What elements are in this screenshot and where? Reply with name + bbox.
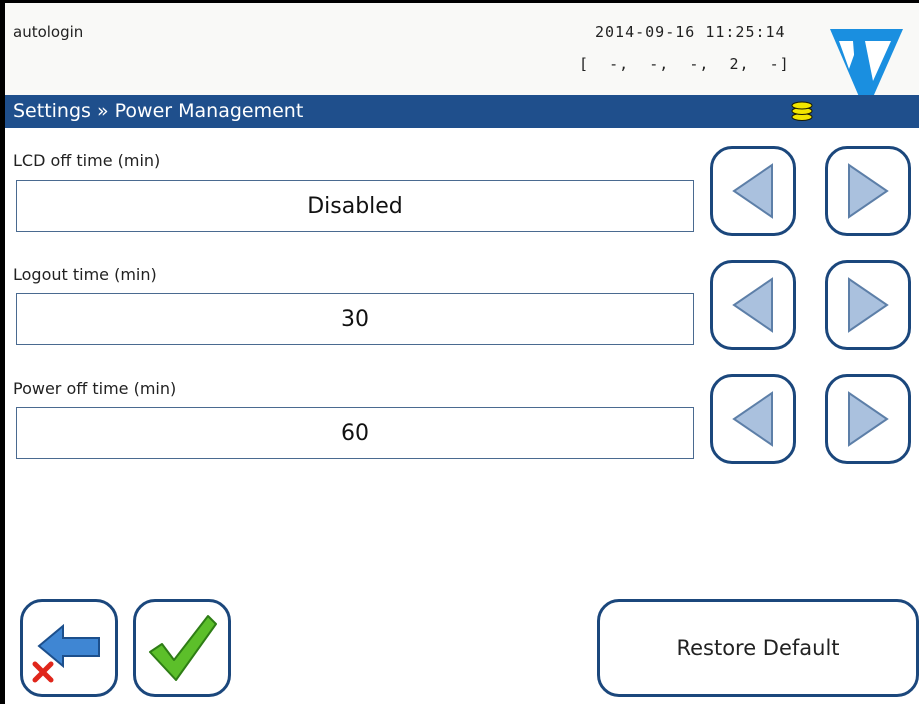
page-title: Settings » Power Management bbox=[13, 100, 304, 122]
back-button[interactable] bbox=[20, 599, 118, 697]
power-off-value: 60 bbox=[341, 420, 369, 446]
arrow-left-icon bbox=[732, 391, 773, 447]
logout-time-value-field[interactable]: 30 bbox=[16, 293, 694, 345]
logout-time-increase-button[interactable] bbox=[825, 260, 911, 350]
screen: autologin 2014-09-16 11:25:14 [ -, -, -,… bbox=[5, 3, 919, 704]
arrow-left-icon bbox=[732, 163, 773, 219]
logout-time-decrease-button[interactable] bbox=[710, 260, 796, 350]
lcd-off-value: Disabled bbox=[307, 193, 403, 219]
arrow-right-icon bbox=[848, 163, 889, 219]
lcd-off-value-field[interactable]: Disabled bbox=[16, 180, 694, 232]
logout-time-label: Logout time (min) bbox=[13, 265, 157, 284]
power-off-increase-button[interactable] bbox=[825, 374, 911, 464]
power-off-value-field[interactable]: 60 bbox=[16, 407, 694, 459]
power-off-decrease-button[interactable] bbox=[710, 374, 796, 464]
database-icon bbox=[791, 101, 813, 121]
checkmark-icon bbox=[149, 615, 217, 681]
status-line: [ -, -, -, 2, -] bbox=[579, 55, 790, 73]
arrow-right-icon bbox=[848, 277, 889, 333]
power-off-label: Power off time (min) bbox=[13, 379, 177, 398]
lcd-off-decrease-button[interactable] bbox=[710, 146, 796, 236]
back-cancel-icon bbox=[32, 623, 100, 683]
arrow-right-icon bbox=[848, 391, 889, 447]
lcd-off-increase-button[interactable] bbox=[825, 146, 911, 236]
username: autologin bbox=[13, 23, 84, 41]
arrow-left-icon bbox=[732, 277, 773, 333]
datetime: 2014-09-16 11:25:14 bbox=[595, 23, 786, 41]
title-bar: Settings » Power Management bbox=[5, 95, 919, 128]
status-bar: autologin 2014-09-16 11:25:14 [ -, -, -,… bbox=[5, 3, 919, 113]
logout-time-value: 30 bbox=[341, 306, 369, 332]
ok-button[interactable] bbox=[133, 599, 231, 697]
lcd-off-label: LCD off time (min) bbox=[13, 151, 161, 170]
restore-default-button[interactable]: Restore Default bbox=[597, 599, 919, 697]
restore-default-label: Restore Default bbox=[676, 636, 840, 660]
